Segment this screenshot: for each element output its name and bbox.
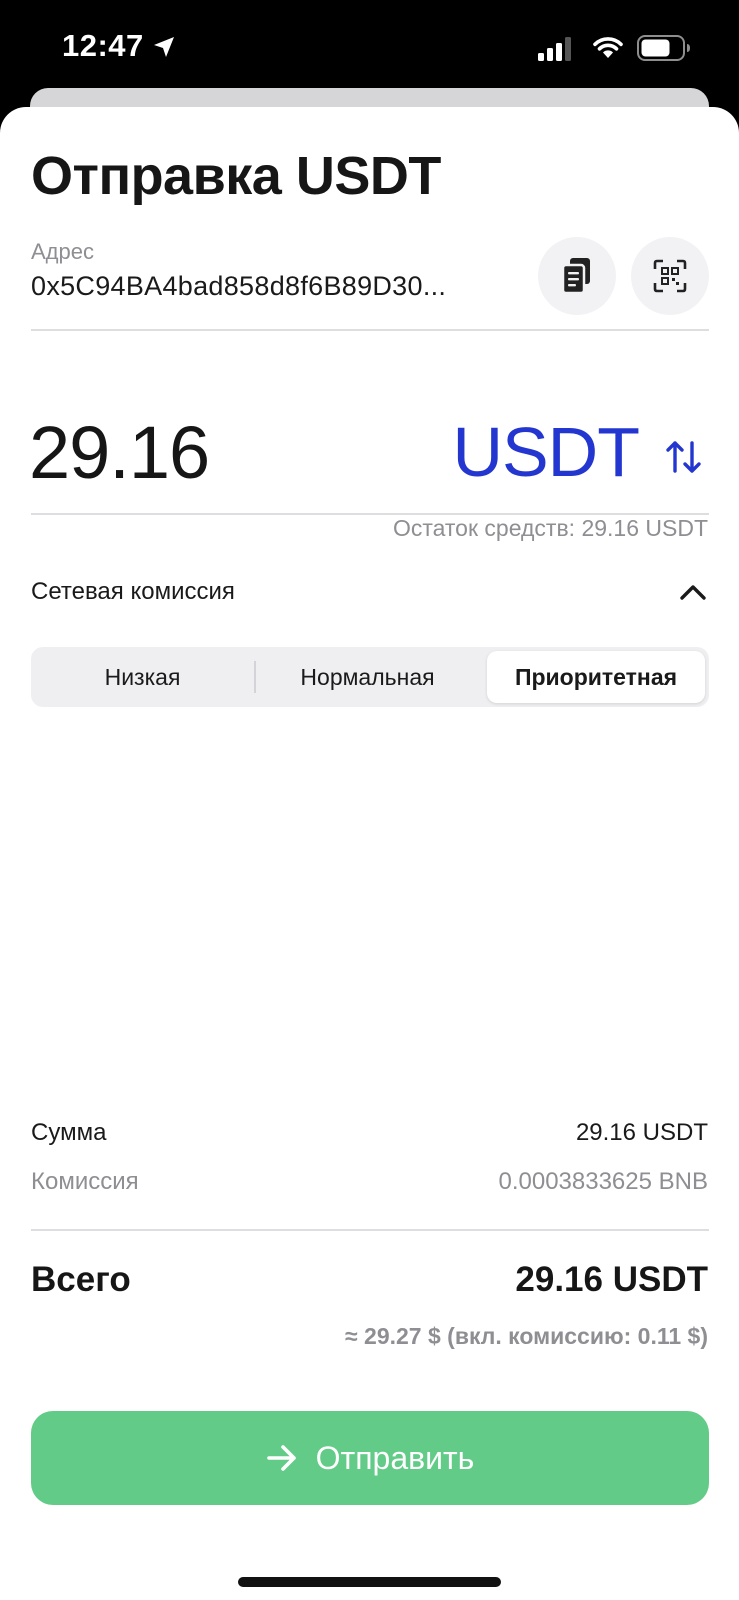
total-label: Всего bbox=[31, 1260, 131, 1299]
fee-selector: Низкая Нормальная Приоритетная bbox=[31, 647, 709, 707]
total-value: 29.16 USDT bbox=[515, 1260, 708, 1299]
send-button-label: Отправить bbox=[315, 1439, 475, 1476]
send-sheet: Отправка USDT Адрес 0x5C94BA4bad858d8f6B… bbox=[0, 107, 739, 1600]
chevron-up-icon[interactable] bbox=[678, 577, 708, 607]
paste-button[interactable] bbox=[538, 237, 616, 315]
fee-option-priority[interactable]: Приоритетная bbox=[487, 651, 705, 703]
send-button[interactable]: Отправить bbox=[31, 1411, 709, 1505]
amount-input[interactable]: 29.16 bbox=[29, 410, 210, 495]
home-indicator[interactable] bbox=[238, 1577, 501, 1587]
summary-divider bbox=[31, 1229, 709, 1231]
currency-label: USDT bbox=[452, 413, 640, 491]
balance-text: Остаток средств: 29.16 USDT bbox=[392, 515, 708, 541]
status-bar: 12:47 bbox=[0, 0, 739, 100]
sum-label: Сумма bbox=[31, 1119, 107, 1146]
approx-total: ≈ 29.27 $ (вкл. комиссию: 0.11 $) bbox=[345, 1323, 708, 1349]
commission-label: Комиссия bbox=[31, 1168, 139, 1195]
fee-option-normal[interactable]: Нормальная bbox=[256, 647, 479, 707]
scan-qr-button[interactable] bbox=[631, 237, 709, 315]
sum-value: 29.16 USDT bbox=[575, 1119, 708, 1146]
network-fee-label: Сетевая комиссия bbox=[31, 578, 235, 605]
qr-scan-icon bbox=[653, 259, 687, 293]
address-input[interactable]: 0x5C94BA4bad858d8f6B89D30... bbox=[31, 271, 446, 302]
wifi-icon bbox=[593, 37, 623, 58]
commission-value: 0.0003833625 BNB bbox=[498, 1168, 708, 1195]
swap-icon[interactable] bbox=[664, 437, 704, 477]
status-time: 12:47 bbox=[62, 28, 144, 63]
signal-icon bbox=[538, 37, 571, 61]
battery-icon bbox=[637, 35, 690, 61]
page-title: Отправка USDT bbox=[31, 146, 441, 206]
fee-option-low[interactable]: Низкая bbox=[31, 647, 254, 707]
address-divider bbox=[31, 329, 709, 331]
address-label: Адрес bbox=[31, 239, 94, 264]
paste-icon bbox=[561, 258, 590, 295]
arrow-right-icon bbox=[266, 1445, 296, 1471]
location-arrow-icon bbox=[154, 37, 174, 57]
